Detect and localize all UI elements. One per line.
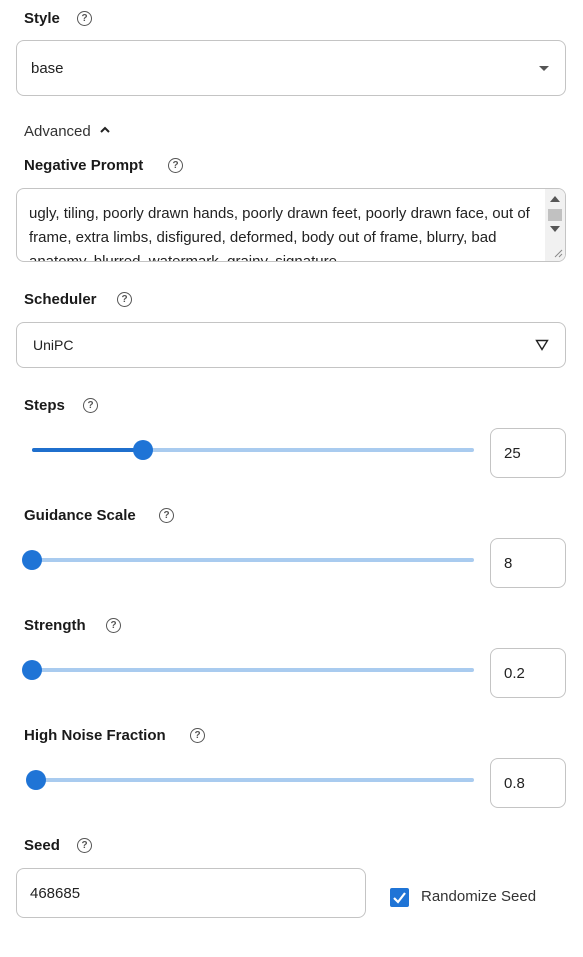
caret-down-icon <box>539 66 549 71</box>
randomize-seed-label[interactable]: Randomize Seed <box>421 888 536 905</box>
seed-input[interactable]: 468685 <box>16 868 366 918</box>
slider-thumb[interactable] <box>22 660 42 680</box>
scheduler-select[interactable]: UniPC <box>16 322 566 368</box>
help-icon[interactable]: ? <box>77 838 92 853</box>
scheduler-select-value: UniPC <box>33 337 74 353</box>
strength-label: Strength <box>24 617 86 634</box>
help-icon[interactable]: ? <box>77 11 92 26</box>
scroll-up-arrow-icon[interactable] <box>550 195 560 203</box>
strength-input[interactable]: 0.2 <box>490 648 566 698</box>
help-icon[interactable]: ? <box>83 398 98 413</box>
advanced-label: Advanced <box>24 123 91 140</box>
high-noise-fraction-input[interactable]: 0.8 <box>490 758 566 808</box>
high-noise-fraction-slider[interactable] <box>26 770 474 790</box>
slider-track[interactable] <box>32 778 474 782</box>
slider-fill <box>32 448 143 452</box>
steps-input[interactable]: 25 <box>490 428 566 478</box>
help-icon[interactable]: ? <box>190 728 205 743</box>
negative-prompt-label: Negative Prompt <box>24 157 144 174</box>
scrollbar-thumb[interactable] <box>548 209 562 221</box>
style-select[interactable]: base <box>16 40 566 96</box>
slider-thumb[interactable] <box>132 440 153 460</box>
advanced-toggle[interactable]: Advanced <box>24 123 111 140</box>
strength-slider[interactable] <box>22 660 474 680</box>
resize-handle-icon[interactable] <box>554 249 563 258</box>
seed-label: Seed <box>24 837 60 854</box>
style-select-value: base <box>31 60 64 77</box>
seed-input-value: 468685 <box>30 885 81 902</box>
steps-slider[interactable] <box>32 440 474 460</box>
slider-thumb[interactable] <box>22 550 42 570</box>
help-icon[interactable]: ? <box>106 618 121 633</box>
slider-thumb[interactable] <box>26 770 47 790</box>
help-icon[interactable]: ? <box>159 508 174 523</box>
checkbox-checked-icon[interactable] <box>390 888 409 907</box>
slider-track[interactable] <box>32 668 474 672</box>
help-icon[interactable]: ? <box>168 158 183 173</box>
negative-prompt-textarea[interactable]: ugly, tiling, poorly drawn hands, poorly… <box>16 188 566 262</box>
scheduler-label: Scheduler <box>24 291 97 308</box>
chevron-up-icon <box>100 126 110 133</box>
style-label: Style <box>24 10 60 27</box>
slider-track[interactable] <box>32 558 474 562</box>
guidance-scale-label: Guidance Scale <box>24 507 136 524</box>
scroll-down-arrow-icon[interactable] <box>550 225 560 233</box>
randomize-seed-checkbox[interactable] <box>390 888 409 907</box>
scrollbar[interactable] <box>545 189 565 261</box>
guidance-scale-input[interactable]: 8 <box>490 538 566 588</box>
high-noise-fraction-label: High Noise Fraction <box>24 727 166 744</box>
help-icon[interactable]: ? <box>117 292 132 307</box>
negative-prompt-text: ugly, tiling, poorly drawn hands, poorly… <box>29 205 530 262</box>
steps-label: Steps <box>24 397 65 414</box>
guidance-scale-slider[interactable] <box>22 550 474 570</box>
triangle-down-icon <box>535 339 549 351</box>
